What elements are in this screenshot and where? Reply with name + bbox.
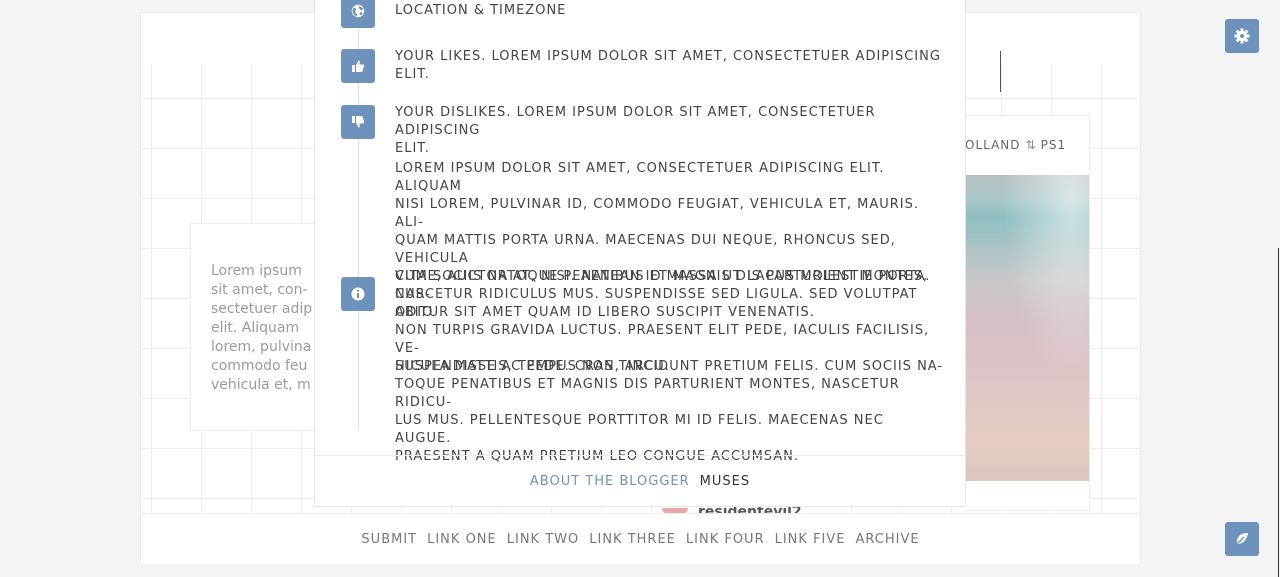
post-photo[interactable]: [965, 175, 1089, 481]
likes-text: YOUR LIKES. LOREM IPSUM DOLOR SIT AMET, …: [395, 49, 941, 82]
nav-link-submit[interactable]: SUBMIT: [361, 532, 417, 547]
gear-icon: [1234, 28, 1250, 44]
thumbs-up-icon-badge: [341, 49, 375, 83]
globe-icon: [351, 4, 365, 18]
tab-about-the-blogger[interactable]: ABOUT THE BLOGGER: [530, 474, 690, 489]
info-icon-badge: [341, 277, 375, 311]
nav-link-one[interactable]: LINK ONE: [427, 532, 497, 547]
compose-button[interactable]: [1225, 522, 1259, 556]
settings-button[interactable]: [1225, 19, 1259, 53]
tab-muses[interactable]: MUSES: [700, 474, 750, 489]
scroll-edge: [1278, 248, 1279, 577]
about-modal: LOCATION & TIMEZONE YOUR LIKES. LOREM IP…: [314, 0, 966, 507]
footer-nav: SUBMIT LINK ONE LINK TWO LINK THREE LINK…: [141, 513, 1140, 564]
globe-icon-badge: [341, 0, 375, 28]
nav-link-two[interactable]: LINK TWO: [507, 532, 580, 547]
thumbs-down-icon-badge: [341, 105, 375, 139]
nav-link-archive[interactable]: ARCHIVE: [856, 532, 920, 547]
dislikes-text: YOUR DISLIKES. LOREM IPSUM DOLOR SIT AME…: [395, 105, 876, 156]
photo-post-card[interactable]: OLLAND ⇅ PS1: [965, 115, 1090, 511]
info-icon: [351, 287, 365, 301]
leaf-icon: [1235, 533, 1248, 546]
post-meta: OLLAND ⇅ PS1: [965, 138, 1089, 152]
nav-link-four[interactable]: LINK FOUR: [686, 532, 765, 547]
modal-tabs: ABOUT THE BLOGGER MUSES: [315, 455, 965, 507]
nav-link-five[interactable]: LINK FIVE: [775, 532, 846, 547]
thumbs-down-icon: [352, 116, 365, 128]
post-source[interactable]: PS1: [1041, 138, 1067, 152]
reblog-icon[interactable]: ⇅: [1026, 138, 1037, 152]
bio-paragraph-3: SUSPENDISSE AC PEDE. CRAS TINCIDUNT PRET…: [395, 359, 944, 464]
post-location: OLLAND: [965, 138, 1021, 152]
nav-link-three[interactable]: LINK THREE: [589, 532, 676, 547]
location-timezone-text: LOCATION & TIMEZONE: [395, 3, 567, 18]
divider: [1000, 51, 1001, 92]
thumbs-up-icon: [352, 60, 365, 72]
